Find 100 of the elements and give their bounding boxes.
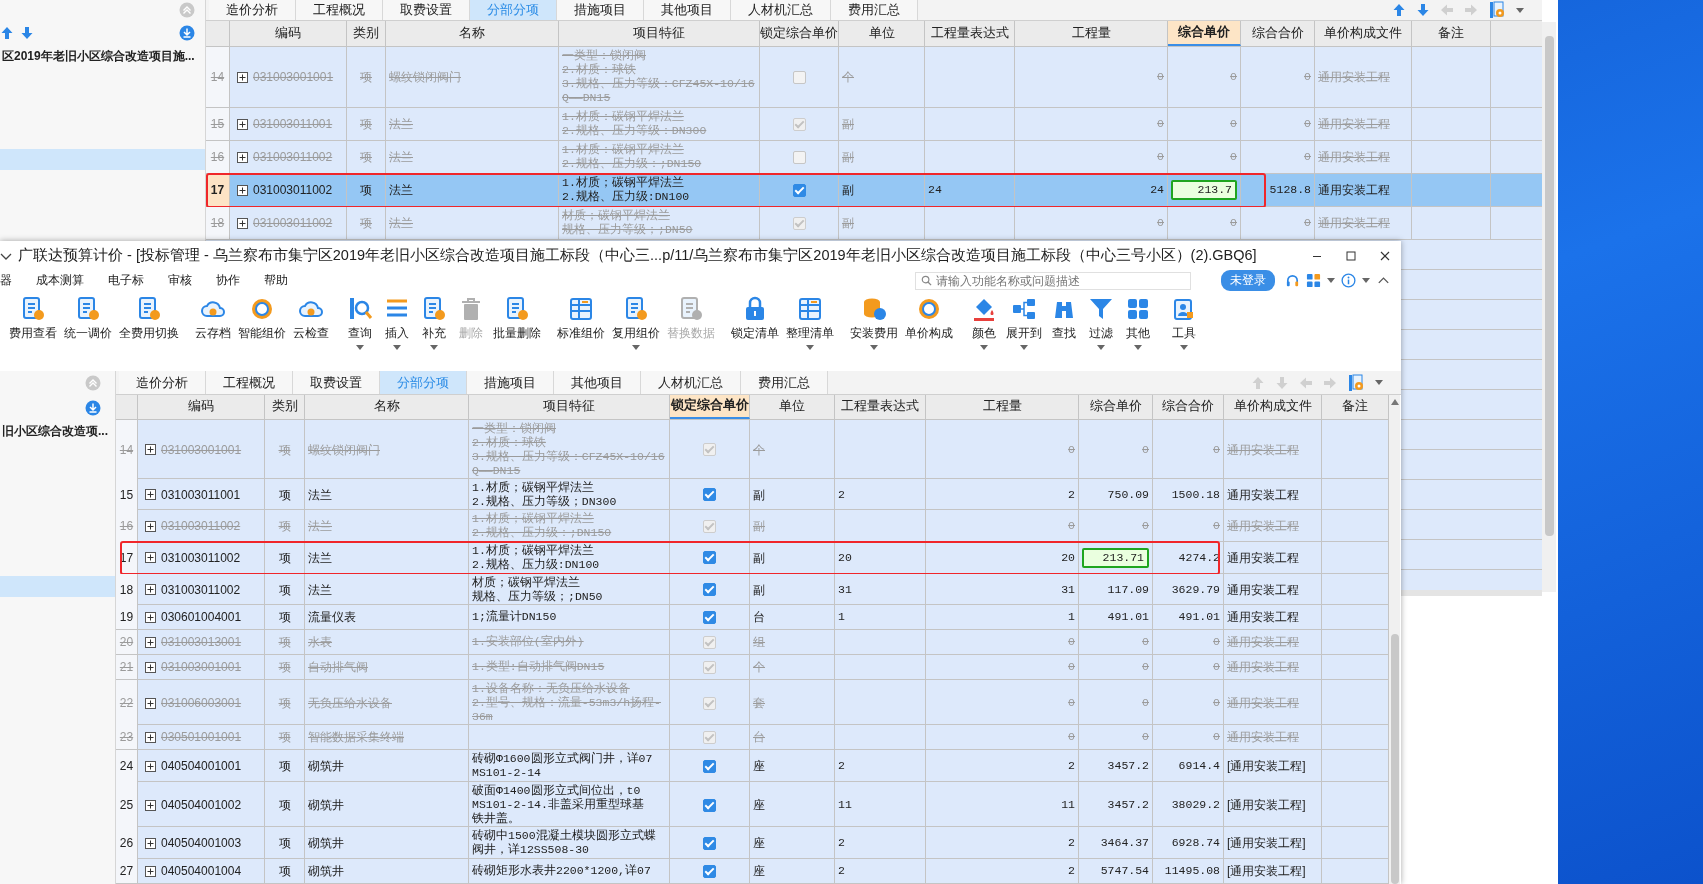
column-header[interactable]: 编码 (230, 21, 347, 46)
toolbar-button[interactable]: 颜色 (966, 294, 1002, 356)
settings-icon[interactable] (1347, 373, 1365, 392)
column-header[interactable]: 工程量表达式 (835, 395, 926, 419)
menu-item[interactable]: 审核 (168, 272, 192, 289)
caret-icon[interactable] (870, 345, 878, 350)
scrollbar[interactable] (1542, 22, 1556, 592)
toolbar-button[interactable]: 插入 (379, 294, 415, 356)
column-header[interactable]: 备注 (1412, 21, 1491, 46)
table-row[interactable]: 27 040504001004 项 砌筑井 砖砌矩形水表井2200*1200,详07 座 2 2 5747.54 11495.08 [通用安装工程] (116, 859, 1389, 884)
caret-icon[interactable] (1134, 345, 1142, 350)
menu-item[interactable]: 成本测算 (36, 272, 84, 289)
up-arrow-icon[interactable] (0, 26, 14, 40)
tab[interactable]: 措施项目 (557, 0, 644, 20)
toolbar-button[interactable]: 查询 (342, 294, 378, 356)
tab[interactable]: 费用汇总 (741, 371, 828, 394)
checkbox[interactable] (703, 798, 716, 812)
scrollbar[interactable] (1389, 395, 1400, 884)
up-arrow-icon[interactable] (1392, 3, 1406, 17)
caret-icon[interactable] (980, 345, 988, 350)
caret-icon[interactable] (1375, 380, 1383, 385)
toolbar-button[interactable]: 安装费用 (847, 294, 901, 356)
checkbox[interactable] (703, 488, 716, 502)
column-header[interactable]: 锁定综合单价 (760, 21, 839, 46)
table-row[interactable]: 17 031003011002 项 法兰 1.材质；碳钢平焊法兰 2.规格、压力级:DN100 副 24 24 213.7 5128.8 通用安装工程 (206, 174, 1542, 207)
expand-icon[interactable] (145, 584, 156, 596)
tab[interactable]: 措施项目 (467, 371, 554, 394)
toolbar-button[interactable]: 整理清单 (783, 294, 837, 356)
caret-icon[interactable] (1097, 345, 1105, 350)
down-arrow-icon[interactable] (1416, 3, 1430, 17)
toolbar-button[interactable]: 查找 (1046, 294, 1082, 356)
toolbar-button[interactable]: 费用查看 (6, 294, 60, 356)
column-header[interactable]: 工程量 (926, 395, 1079, 419)
download-icon[interactable] (179, 25, 195, 41)
toolbar-button[interactable]: 统一调价 (61, 294, 115, 356)
tree-item[interactable]: 区2019年老旧小区综合改造项目施... (0, 46, 205, 67)
menu-item[interactable]: 器 (0, 272, 12, 289)
toolbar-button[interactable]: 单价构成 (902, 294, 956, 356)
close-icon[interactable] (1379, 249, 1391, 262)
table-row[interactable]: 24 040504001001 项 砌筑井 砖砌Φ1600圆形立式阀门井，详07 MS101-2-14 座 2 2 3457.2 6914.4 [通用安装工程] (116, 750, 1389, 783)
column-header[interactable]: 单位 (839, 21, 925, 46)
column-header[interactable]: 综合合价 (1241, 21, 1315, 46)
checkbox[interactable] (703, 551, 716, 565)
caret-icon[interactable] (1020, 345, 1028, 350)
tab[interactable]: 人材机汇总 (641, 371, 741, 394)
caret-icon[interactable] (1362, 278, 1370, 283)
toolbar-button[interactable]: 补充 (416, 294, 452, 356)
expand-icon[interactable] (145, 799, 156, 811)
caret-icon[interactable] (806, 345, 814, 350)
toolbar-button[interactable]: 锁定清单 (728, 294, 782, 356)
column-header[interactable]: 综合单价 (1168, 21, 1241, 46)
toolbar-button[interactable]: 展开到 (1003, 294, 1045, 356)
tab[interactable]: 取费设置 (293, 371, 380, 394)
checkbox[interactable] (792, 183, 806, 197)
tree-item[interactable]: 旧小区综合改造项... (0, 421, 115, 442)
toolbar-button[interactable]: 其他 (1120, 294, 1156, 356)
toolbar-button[interactable]: 过滤 (1083, 294, 1119, 356)
tab[interactable]: 其他项目 (554, 371, 641, 394)
column-header[interactable]: 锁定综合单价 (670, 395, 750, 419)
caret-icon[interactable] (1327, 278, 1335, 283)
column-header[interactable]: 编码 (138, 395, 265, 419)
tab[interactable]: 其他项目 (644, 0, 731, 20)
download-icon[interactable] (85, 400, 101, 416)
column-header[interactable]: 类别 (347, 21, 386, 46)
caret-icon[interactable] (632, 345, 640, 350)
info-icon[interactable] (1341, 273, 1356, 288)
caret-icon[interactable] (1516, 7, 1524, 13)
column-header[interactable]: 单价构成文件 (1315, 21, 1412, 46)
checkbox[interactable] (703, 760, 716, 773)
column-header[interactable]: 综合单价 (1079, 395, 1153, 419)
table-row[interactable]: 19 030601004001 项 流量仪表 1;流量计DN150 台 1 1 491.01 491.01 通用安装工程 (116, 605, 1389, 631)
caret-icon[interactable] (356, 345, 364, 350)
expand-icon[interactable] (145, 552, 156, 564)
tab[interactable]: 费用汇总 (831, 0, 918, 20)
expand-icon[interactable] (237, 184, 248, 196)
menu-item[interactable]: 电子标 (108, 272, 144, 289)
tab[interactable]: 造价分析 (209, 0, 296, 20)
toolbar-button[interactable]: 全费用切换 (116, 294, 182, 356)
caret-icon[interactable] (393, 345, 401, 350)
tab[interactable]: 工程概况 (206, 371, 293, 394)
table-row[interactable]: 18 031003011002 项 法兰 材质；碳钢平焊法兰 规格、压力等级；;DN50 副 31 31 117.09 3629.79 通用安装工程 (116, 573, 1389, 606)
expand-icon[interactable] (145, 837, 156, 849)
table-row[interactable]: 26 040504001003 项 砌筑井 砖砌中1500混凝土模块圆形立式蝶 阀井，详12SS508-30 座 2 2 3464.37 6928.74 [通用安装工程] (116, 827, 1389, 859)
grid-icon[interactable] (1306, 273, 1321, 288)
toolbar-button[interactable]: 复用组价 (609, 294, 663, 356)
column-header[interactable]: 综合合价 (1153, 395, 1224, 419)
checkbox[interactable] (703, 864, 716, 878)
toolbar-button[interactable]: 标准组价 (554, 294, 608, 356)
column-header[interactable]: 单位 (750, 395, 835, 419)
tab[interactable]: 人材机汇总 (731, 0, 831, 20)
menu-item[interactable]: 协作 (216, 272, 240, 289)
tab[interactable]: 工程概况 (296, 0, 383, 20)
caret-icon[interactable] (1180, 345, 1188, 350)
column-header[interactable]: 单价构成文件 (1224, 395, 1322, 419)
headset-icon[interactable] (1285, 273, 1300, 288)
menu-item[interactable]: 帮助 (264, 272, 288, 289)
search-field[interactable]: 请输入功能名称或问题描述 (915, 271, 1191, 290)
scroll-up-icon[interactable] (1390, 399, 1399, 405)
tab[interactable]: 造价分析 (119, 371, 206, 394)
toolbar-button[interactable]: 批量删除 (490, 294, 544, 356)
